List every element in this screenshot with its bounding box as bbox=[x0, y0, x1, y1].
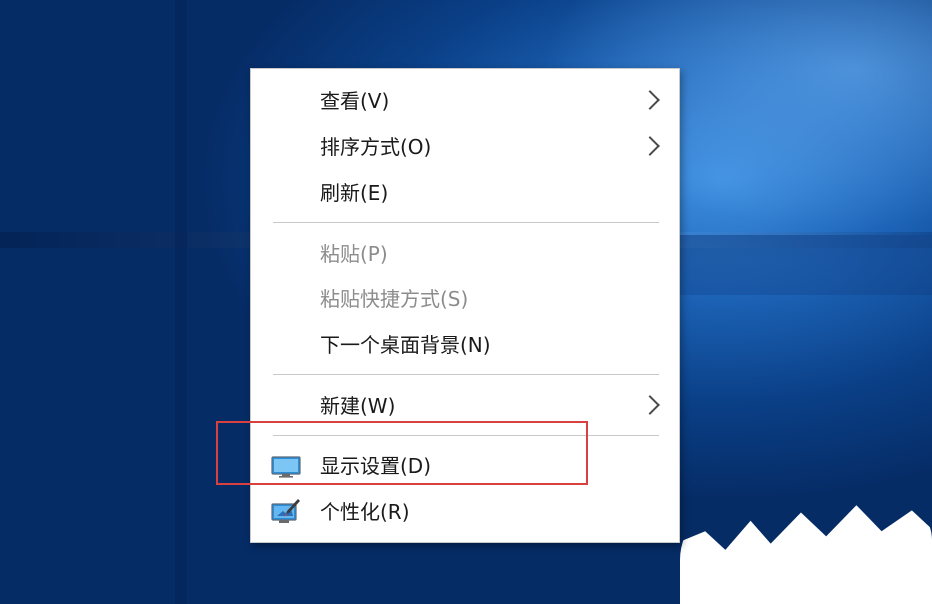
chevron-right-icon bbox=[640, 395, 660, 415]
menu-item-label: 粘贴(P) bbox=[320, 242, 388, 266]
menu-item-next-desktop-background[interactable]: 下一个桌面背景(N) bbox=[251, 324, 679, 366]
menu-item-label: 刷新(E) bbox=[320, 181, 389, 205]
menu-item-refresh[interactable]: 刷新(E) bbox=[251, 172, 679, 214]
menu-item-paste-shortcut: 粘贴快捷方式(S) bbox=[251, 278, 679, 320]
menu-item-label: 下一个桌面背景(N) bbox=[320, 333, 491, 357]
menu-item-label: 个性化(R) bbox=[320, 500, 410, 524]
wallpaper-beam bbox=[175, 0, 187, 604]
menu-item-label: 粘贴快捷方式(S) bbox=[320, 287, 469, 311]
menu-separator bbox=[273, 222, 659, 223]
wallpaper-beam bbox=[680, 235, 932, 295]
chevron-right-icon bbox=[640, 90, 660, 110]
menu-item-sort-by[interactable]: 排序方式(O) bbox=[251, 126, 679, 168]
chevron-right-icon bbox=[640, 136, 660, 156]
wallpaper-cloud bbox=[680, 505, 932, 604]
menu-item-label: 排序方式(O) bbox=[320, 135, 432, 159]
menu-item-view[interactable]: 查看(V) bbox=[251, 80, 679, 122]
annotation-highlight-box bbox=[216, 421, 588, 485]
menu-separator bbox=[273, 374, 659, 375]
menu-item-label: 查看(V) bbox=[320, 89, 390, 113]
personalize-brush-icon bbox=[271, 499, 300, 523]
menu-item-personalize[interactable]: 个性化(R) bbox=[251, 491, 679, 533]
menu-item-paste: 粘贴(P) bbox=[251, 233, 679, 275]
